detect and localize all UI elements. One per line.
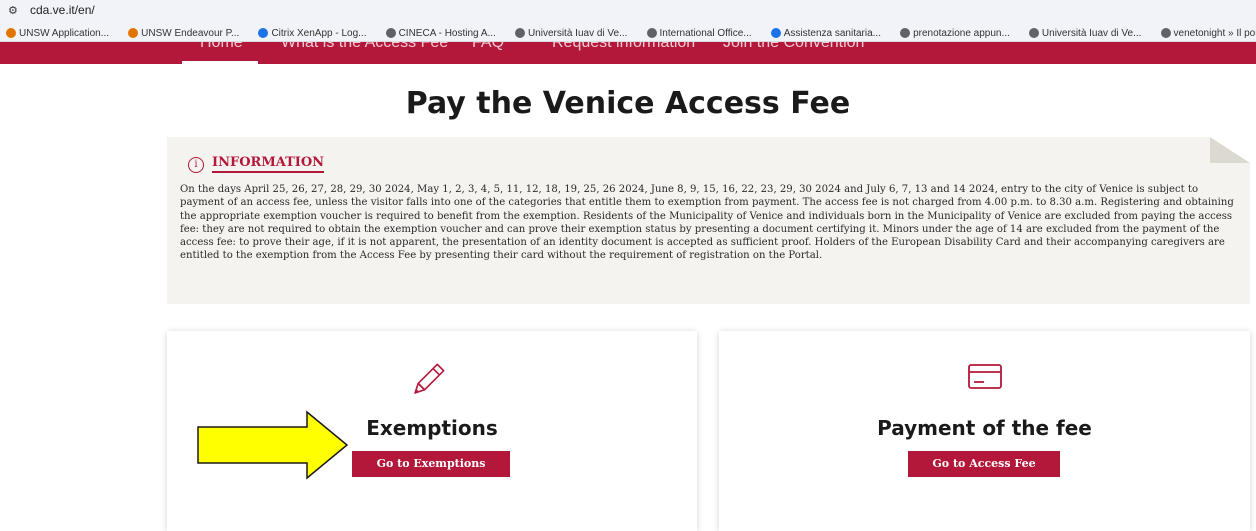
bookmark-favicon-icon [6,28,16,38]
bookmark-favicon-icon [514,28,525,38]
bookmark-label: Università Iuav di Ve... [1041,28,1142,39]
bookmark-item[interactable]: Citrix XenApp - Log... [258,24,367,41]
bookmark-item[interactable]: International Office... [646,24,752,41]
bookmark-label: International Office... [659,28,752,39]
bookmark-label: UNSW Endeavour P... [141,28,240,39]
nav-active-indicator [182,61,258,64]
go-to-access-fee-button[interactable]: Go to Access Fee [908,451,1060,477]
information-heading: INFORMATION [212,155,325,173]
info-icon: i [188,157,204,173]
payment-card: Payment of the fee Go to Access Fee [719,331,1250,531]
address-bar[interactable]: ⚙ cda.ve.it/en/ [0,0,1256,21]
bookmark-label: prenotazione appun... [913,28,1010,39]
url-text[interactable]: cda.ve.it/en/ [30,3,95,17]
bookmark-label: Citrix XenApp - Log... [271,28,367,39]
bookmark-item[interactable]: UNSW Endeavour P... [128,24,240,41]
site-settings-icon[interactable]: ⚙ [8,4,18,17]
bookmarks-bar: UNSW Application... UNSW Endeavour P... … [0,21,1256,42]
page-title: Pay the Venice Access Fee [405,86,851,121]
main-navigation: Home What is the Access Fee FAQ Request … [0,42,1256,64]
bookmark-item[interactable]: CINECA - Hosting A... [385,24,496,41]
bookmark-favicon-icon [128,28,139,38]
bookmark-favicon-icon [1160,28,1171,38]
bookmark-favicon-icon [900,28,911,38]
bookmark-label: CINECA - Hosting A... [398,28,496,39]
nav-item-request-information[interactable]: Request information [552,42,695,52]
bookmark-label: Università Iuav di Ve... [527,28,628,39]
bookmark-label: UNSW Application... [19,28,110,39]
bookmark-item[interactable]: UNSW Application... [6,24,110,41]
bookmark-favicon-icon [385,28,396,38]
bookmark-item[interactable]: Assistenza sanitaria... [770,24,881,41]
credit-card-icon [968,364,1002,389]
bookmark-favicon-icon [258,28,269,38]
bookmark-favicon-icon [770,28,781,38]
information-box: i INFORMATION On the days April 25, 26, … [167,137,1250,304]
nav-item-what-is-access-fee[interactable]: What is the Access Fee [281,42,448,52]
bookmark-favicon-icon [1028,28,1039,38]
bookmark-item[interactable]: venetonight » Il pon... [1160,24,1256,41]
bookmark-item[interactable]: Università Iuav di Ve... [1028,24,1142,41]
go-to-exemptions-button[interactable]: Go to Exemptions [352,451,510,477]
bookmark-favicon-icon [646,28,657,38]
bookmark-item[interactable]: Università Iuav di Ve... [514,24,628,41]
payment-title: Payment of the fee [877,416,1092,440]
bookmark-label: Assistenza sanitaria... [783,28,881,39]
folded-corner [1210,137,1250,163]
nav-item-home[interactable]: Home [200,42,243,52]
nav-item-join-convention[interactable]: Join the Convention [723,42,864,52]
nav-item-faq[interactable]: FAQ [472,42,504,52]
information-text: On the days April 25, 26, 27, 28, 29, 30… [180,184,1234,262]
yellow-arrow-annotation [197,410,349,480]
bookmark-label: venetonight » Il pon... [1173,28,1256,39]
bookmark-item[interactable]: prenotazione appun... [900,24,1010,41]
pencil-icon [414,363,445,394]
